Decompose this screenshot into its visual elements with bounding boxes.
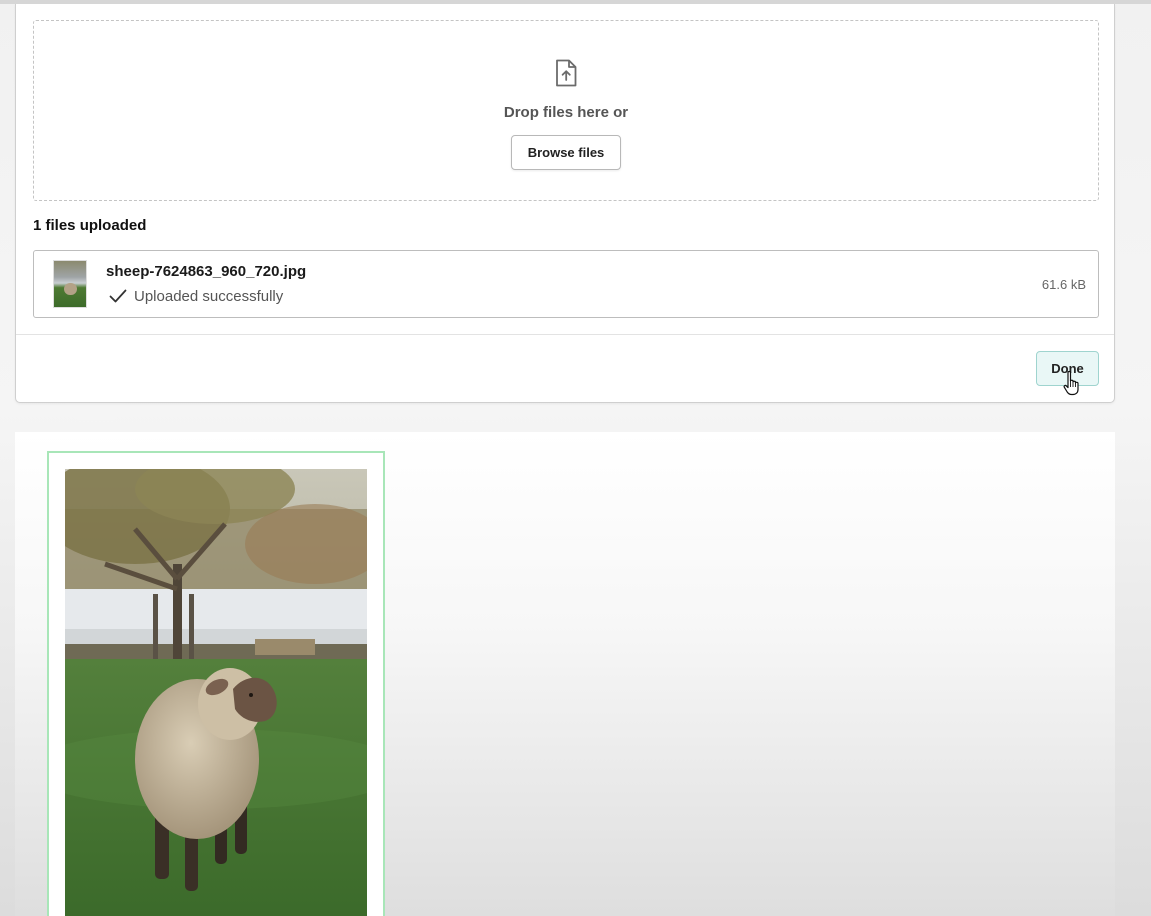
footer-divider <box>16 334 1114 335</box>
browse-files-button[interactable]: Browse files <box>511 135 621 170</box>
uploaded-file-item: sheep-7624863_960_720.jpg Uploaded succe… <box>33 250 1099 318</box>
checkmark-icon <box>109 289 127 303</box>
file-status: Uploaded successfully <box>134 288 284 305</box>
file-thumbnail <box>53 260 87 308</box>
hand-pointer-cursor-icon <box>1063 370 1079 396</box>
sheep-photo-illustration <box>65 469 367 916</box>
file-uploader-dialog: Drop files here or Browse files 1 files … <box>15 4 1115 403</box>
drop-zone[interactable]: Drop files here or Browse files <box>33 20 1099 201</box>
gallery-panel <box>15 432 1115 916</box>
file-upload-icon <box>556 59 577 87</box>
image-card[interactable] <box>47 451 385 916</box>
file-name: sheep-7624863_960_720.jpg <box>106 263 307 280</box>
drop-zone-text: Drop files here or <box>503 104 629 121</box>
thumbnail-sheep <box>64 283 77 295</box>
sheep-photo <box>65 469 367 916</box>
uploaded-count-label: 1 files uploaded <box>33 217 147 234</box>
file-size: 61.6 kB <box>1041 277 1086 292</box>
